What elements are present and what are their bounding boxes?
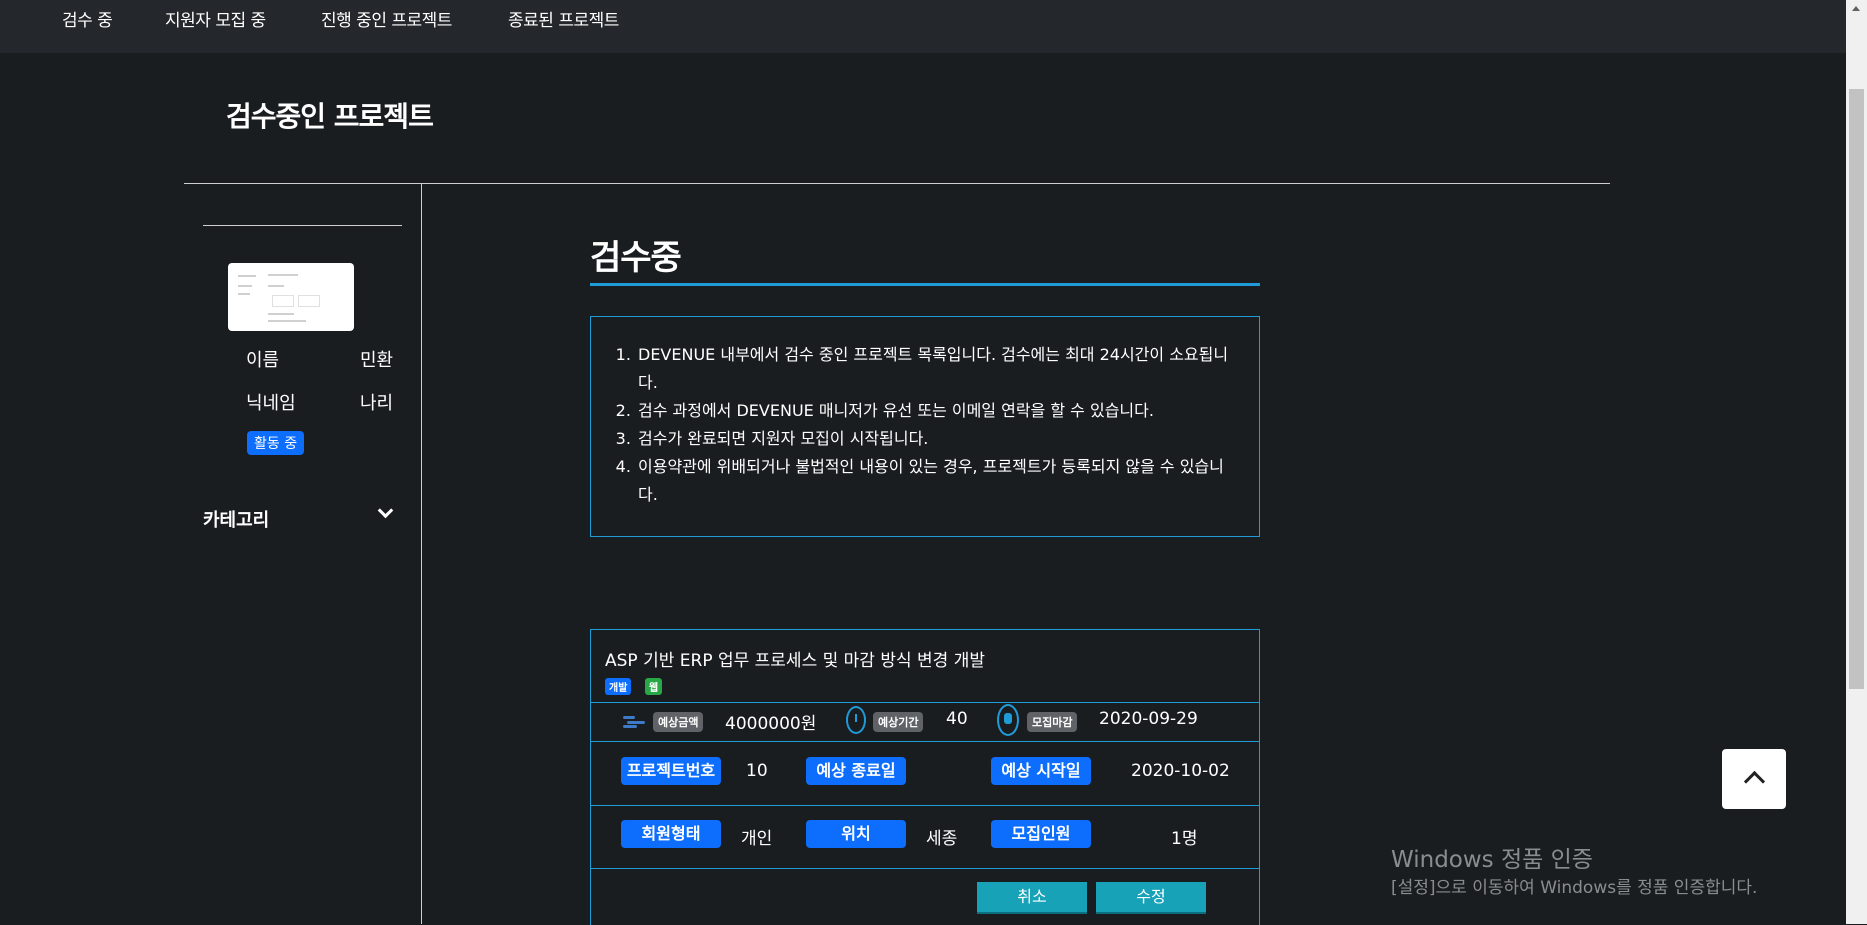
cancel-button[interactable]: 취소: [977, 882, 1087, 914]
member-type-value: 개인: [741, 829, 773, 849]
budget-label: 예상금액: [653, 712, 704, 732]
nickname-value: 나리: [360, 393, 394, 414]
profile-image: [228, 263, 354, 331]
scrollbar-thumb[interactable]: [1849, 89, 1864, 689]
info-item: 이용약관에 위배되거나 불법적인 내용이 있는 경우, 프로젝트가 등록되지 않…: [636, 453, 1236, 509]
card-divider: [591, 805, 1259, 806]
recruits-label: 모집인원: [991, 820, 1091, 848]
duration-value: 40: [946, 709, 968, 729]
start-date-label: 예상 시작일: [991, 757, 1091, 785]
location-label: 위치: [806, 820, 906, 848]
scroll-to-top-button[interactable]: [1722, 749, 1786, 809]
sidebar-top-divider: [203, 225, 402, 226]
heading-underline: [590, 283, 1260, 286]
nav-item-recruiting[interactable]: 지원자 모집 중: [165, 6, 266, 31]
project-no-label: 프로젝트번호: [621, 757, 721, 785]
sidebar-divider: [421, 184, 422, 924]
info-item: 검수가 완료되면 지원자 모집이 시작됩니다.: [636, 425, 1236, 453]
page-title: 검수중인 프로젝트: [226, 100, 434, 133]
windows-activation-title: Windows 정품 인증: [1391, 847, 1593, 873]
chevron-down-icon[interactable]: [377, 502, 394, 519]
tag-dev: 개발: [605, 678, 632, 695]
name-label: 이름: [246, 350, 280, 371]
start-date-value: 2020-10-02: [1131, 761, 1230, 781]
status-badge: 활동 중: [247, 431, 305, 455]
deadline-value: 2020-09-29: [1099, 709, 1198, 729]
card-divider: [591, 702, 1259, 703]
header-divider: [184, 183, 1610, 184]
windows-activation-subtitle: [설정]으로 이동하여 Windows를 정품 인증합니다.: [1391, 878, 1758, 898]
project-card: ASP 기반 ERP 업무 프로세스 및 마감 방식 변경 개발 개발 웹 예상…: [590, 629, 1260, 925]
nav-item-in-progress[interactable]: 진행 중인 프로젝트: [321, 6, 452, 31]
deadline-label: 모집마감: [1027, 712, 1078, 732]
nickname-label: 닉네임: [246, 393, 296, 414]
info-box: DEVENUE 내부에서 검수 중인 프로젝트 목록입니다. 검수에는 최대 2…: [590, 316, 1260, 537]
card-divider: [591, 868, 1259, 869]
nav-item-reviewing[interactable]: 검수 중: [62, 6, 113, 31]
member-type-label: 회원형태: [621, 820, 721, 848]
info-item: 검수 과정에서 DEVENUE 매니저가 유선 또는 이메일 연락을 할 수 있…: [636, 397, 1236, 425]
name-value: 민환: [360, 350, 394, 371]
scroll-up-arrow-icon[interactable]: [1846, 0, 1867, 17]
section-heading: 검수중: [590, 238, 682, 278]
edit-button[interactable]: 수정: [1096, 882, 1206, 914]
location-value: 세종: [926, 829, 958, 849]
category-label[interactable]: 카테고리: [203, 506, 269, 532]
nav-item-completed[interactable]: 종료된 프로젝트: [508, 6, 619, 31]
timer-icon: [846, 706, 866, 734]
duration-label: 예상기간: [873, 712, 924, 732]
info-item: DEVENUE 내부에서 검수 중인 프로젝트 목록입니다. 검수에는 최대 2…: [636, 341, 1236, 397]
project-title[interactable]: ASP 기반 ERP 업무 프로세스 및 마감 방식 변경 개발: [605, 646, 985, 671]
card-divider: [591, 741, 1259, 742]
hand-icon: [997, 704, 1019, 736]
budget-value: 4000000원: [725, 714, 817, 734]
info-list: DEVENUE 내부에서 검수 중인 프로젝트 목록입니다. 검수에는 최대 2…: [618, 341, 1236, 509]
money-icon: [623, 714, 645, 728]
end-date-label: 예상 종료일: [806, 757, 906, 785]
recruits-value: 1명: [1171, 829, 1198, 849]
tag-web: 웹: [645, 678, 663, 695]
top-nav: 검수 중 지원자 모집 중 진행 중인 프로젝트 종료된 프로젝트: [0, 0, 1846, 53]
project-no-value: 10: [746, 761, 768, 781]
